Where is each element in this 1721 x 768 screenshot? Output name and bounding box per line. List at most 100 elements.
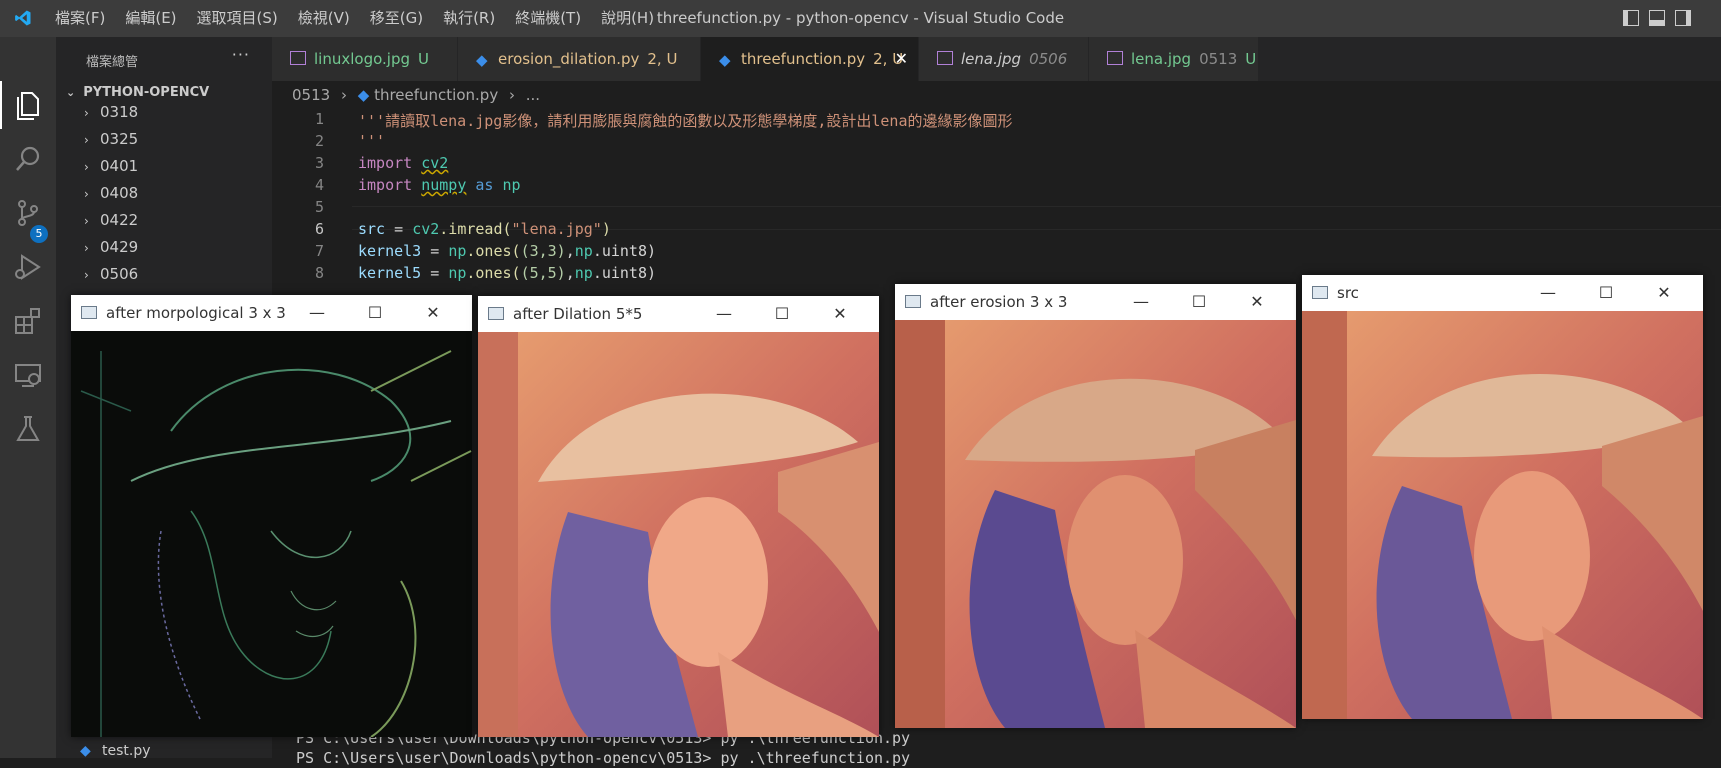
menu-view[interactable]: 檢視(V) <box>288 0 360 37</box>
window-title: src <box>1337 284 1359 302</box>
code-line: import cv2 <box>358 154 449 172</box>
menu-go[interactable]: 移至(G) <box>360 0 433 37</box>
tab-linuxlogo[interactable]: linuxlogo.jpg U <box>272 37 458 81</box>
image-file-icon <box>937 51 953 65</box>
toggle-secondary-sidebar-icon[interactable] <box>1675 10 1691 26</box>
folder-item[interactable]: › 0318 <box>84 103 138 121</box>
search-icon[interactable] <box>12 143 44 175</box>
chevron-right-icon: › <box>84 214 89 228</box>
code-line: src = cv2.imread("lena.jpg") <box>358 220 611 238</box>
tab-lena-0513[interactable]: lena.jpg 0513 U <box>1089 37 1259 81</box>
close-icon[interactable]: ✕ <box>404 295 462 331</box>
image-window-src[interactable]: src — ☐ ✕ <box>1302 275 1703 719</box>
extensions-icon[interactable] <box>12 305 44 337</box>
eroded-image <box>895 320 1296 728</box>
menu-terminal[interactable]: 終端機(T) <box>505 0 591 37</box>
tab-badge: 0513 <box>1199 50 1238 68</box>
image-window-dilation[interactable]: after Dilation 5*5 — ☐ ✕ <box>478 296 879 737</box>
testing-icon[interactable] <box>12 413 44 445</box>
minimize-icon[interactable]: — <box>1519 275 1577 311</box>
image-window-erosion[interactable]: after erosion 3 x 3 — ☐ ✕ <box>895 284 1296 728</box>
folder-label: 0422 <box>100 211 139 229</box>
line-number: 7 <box>314 242 324 260</box>
window-titlebar[interactable]: after erosion 3 x 3 — ☐ ✕ <box>895 284 1296 320</box>
dilated-image <box>478 332 879 737</box>
app-window-icon <box>81 306 97 319</box>
toggle-panel-icon[interactable] <box>1649 10 1665 26</box>
folder-label: 0506 <box>100 265 139 283</box>
source-image <box>1302 311 1703 719</box>
window-titlebar[interactable]: after morpological 3 x 3 — ☐ ✕ <box>71 295 472 331</box>
activity-bar: 5 <box>0 37 56 758</box>
folder-label: 0325 <box>100 130 139 148</box>
breadcrumb-folder[interactable]: 0513 <box>292 86 330 104</box>
workspace-root[interactable]: ⌄ PYTHON-OPENCV <box>66 85 209 100</box>
menu-help[interactable]: 說明(H) <box>591 0 664 37</box>
menu-edit[interactable]: 編輯(E) <box>115 0 186 37</box>
folder-label: 0401 <box>100 157 139 175</box>
file-label: test.py <box>102 743 151 759</box>
image-file-icon <box>1107 51 1123 65</box>
layout-controls <box>1623 10 1691 26</box>
line-number: 6 <box>314 220 324 238</box>
tab-threefunction[interactable]: ◆ threefunction.py 2, U ✕ <box>701 37 919 81</box>
workspace-root-label: PYTHON-OPENCV <box>83 85 210 100</box>
close-icon[interactable]: ✕ <box>1228 284 1286 320</box>
folder-item[interactable]: › 0422 <box>84 211 138 229</box>
file-item[interactable]: ◆ test.py <box>80 743 151 759</box>
close-icon[interactable]: ✕ <box>895 37 908 81</box>
remote-explorer-icon[interactable] <box>12 359 44 391</box>
folder-item[interactable]: › 0429 <box>84 238 138 256</box>
chevron-right-icon: › <box>84 106 89 120</box>
python-file-icon: ◆ <box>357 86 370 104</box>
breadcrumb-file[interactable]: threefunction.py <box>374 86 498 104</box>
line-number: 2 <box>314 132 324 150</box>
menu-bar: 檔案(F) 編輯(E) 選取項目(S) 檢視(V) 移至(G) 執行(R) 終端… <box>45 0 664 37</box>
toggle-sidebar-icon[interactable] <box>1623 10 1639 26</box>
chevron-right-icon: › <box>84 133 89 147</box>
tab-badge: 2, U <box>647 50 678 68</box>
image-window-morphological[interactable]: after morpological 3 x 3 — ☐ ✕ <box>71 295 472 737</box>
image-file-icon <box>290 51 306 65</box>
more-actions-icon[interactable]: ··· <box>232 45 250 64</box>
menu-run[interactable]: 執行(R) <box>433 0 505 37</box>
minimize-icon[interactable]: — <box>288 295 346 331</box>
folder-item[interactable]: › 0408 <box>84 184 138 202</box>
menu-selection[interactable]: 選取項目(S) <box>187 0 288 37</box>
explorer-icon[interactable] <box>12 89 44 121</box>
line-number: 3 <box>314 154 324 172</box>
tab-erosion-dilation[interactable]: ◆ erosion_dilation.py 2, U <box>458 37 701 81</box>
folder-item[interactable]: › 0506 <box>84 265 138 283</box>
window-titlebar[interactable]: src — ☐ ✕ <box>1302 275 1703 311</box>
title-bar: 檔案(F) 編輯(E) 選取項目(S) 檢視(V) 移至(G) 執行(R) 終端… <box>0 0 1721 37</box>
tab-label: lena.jpg <box>961 50 1022 68</box>
window-title: after Dilation 5*5 <box>513 305 643 323</box>
window-titlebar[interactable]: after Dilation 5*5 — ☐ ✕ <box>478 296 879 332</box>
minimize-icon[interactable]: — <box>1112 284 1170 320</box>
menu-file[interactable]: 檔案(F) <box>45 0 115 37</box>
tab-label: lena.jpg <box>1131 50 1192 68</box>
folder-item[interactable]: › 0325 <box>84 130 138 148</box>
chevron-right-icon: › <box>84 241 89 255</box>
maximize-icon[interactable]: ☐ <box>1170 284 1228 320</box>
maximize-icon[interactable]: ☐ <box>753 296 811 332</box>
active-indicator <box>0 81 2 129</box>
maximize-icon[interactable]: ☐ <box>346 295 404 331</box>
close-icon[interactable]: ✕ <box>1635 275 1693 311</box>
folder-label: 0408 <box>100 184 139 202</box>
run-debug-icon[interactable] <box>12 251 44 283</box>
line-number: 5 <box>314 198 324 216</box>
breadcrumb-symbol[interactable]: ... <box>526 86 540 104</box>
close-icon[interactable]: ✕ <box>811 296 869 332</box>
chevron-right-icon: › <box>340 86 347 104</box>
tab-label: erosion_dilation.py <box>498 50 640 68</box>
terminal-line: PS C:\Users\user\Downloads\python-opencv… <box>296 749 911 767</box>
folder-item[interactable]: › 0401 <box>84 157 138 175</box>
minimize-icon[interactable]: — <box>695 296 753 332</box>
tab-lena-0506[interactable]: lena.jpg 0506 <box>919 37 1089 81</box>
maximize-icon[interactable]: ☐ <box>1577 275 1635 311</box>
explorer-title: 檔案總管 <box>86 55 139 70</box>
chevron-right-icon: › <box>508 86 515 104</box>
tab-badge-status: U <box>1245 50 1257 68</box>
line-number: 4 <box>314 176 324 194</box>
